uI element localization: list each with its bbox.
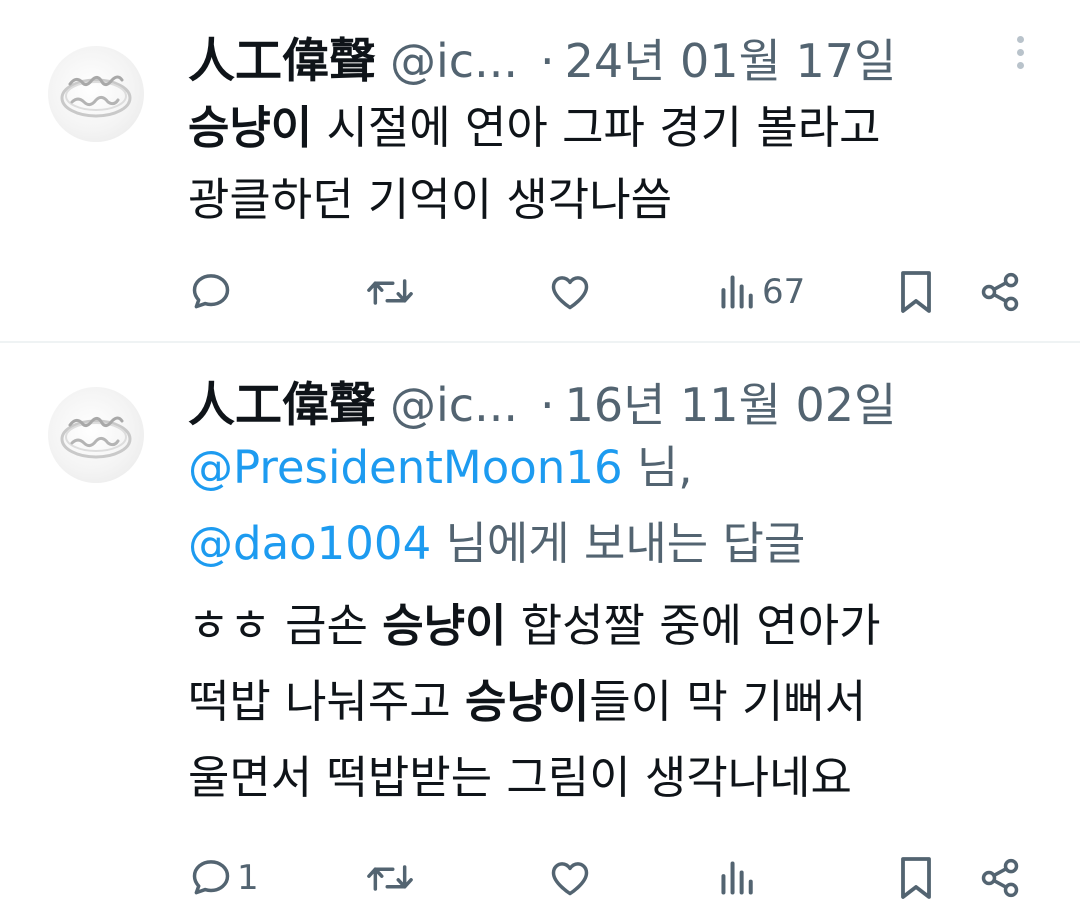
text-segment: 시절에 연아 그파 경기 볼라고 xyxy=(312,101,881,154)
share-button[interactable] xyxy=(978,848,1022,908)
heart-icon xyxy=(551,276,589,310)
retweet-icon xyxy=(367,865,413,891)
tweet-text: ㅎㅎ 금손 승냥이 합성짤 중에 연아가 떡밥 나눠주고 승냥이들이 막 기뻐서… xyxy=(188,588,1028,816)
bold-word: 승냥이 xyxy=(188,101,313,154)
reply-button[interactable] xyxy=(189,262,233,322)
tweet-date[interactable]: 16년 11월 02일 xyxy=(565,369,897,435)
views-count: 67 xyxy=(762,272,806,312)
mention-link[interactable]: @dao1004 xyxy=(188,517,431,570)
share-button[interactable] xyxy=(978,262,1022,322)
heart-icon xyxy=(551,862,589,896)
like-button[interactable] xyxy=(547,262,593,322)
tweet-divider xyxy=(0,341,1080,343)
retweet-button[interactable] xyxy=(366,262,414,322)
bar-chart-icon xyxy=(721,861,753,895)
text-segment: ㅎㅎ 금손 xyxy=(188,599,383,652)
separator-dot: · xyxy=(539,378,555,432)
retweet-icon xyxy=(367,279,413,305)
share-icon xyxy=(981,272,1019,312)
comment-icon xyxy=(192,274,230,309)
text-segment: 합성짤 중에 연아가 xyxy=(506,599,881,652)
author-handle[interactable]: @ic... xyxy=(390,378,518,432)
views-button[interactable]: 67 xyxy=(718,262,805,322)
text-segment: 떡밥 나눠주고 xyxy=(188,675,466,728)
ring-image-icon xyxy=(60,75,132,118)
action-bar: 1 xyxy=(0,848,1080,908)
author-name[interactable]: 人工偉聲 xyxy=(188,366,376,435)
retweet-button[interactable] xyxy=(366,848,414,908)
reply-count: 1 xyxy=(237,858,259,898)
bookmark-icon xyxy=(901,857,931,899)
tweet-date[interactable]: 24년 01월 17일 xyxy=(565,25,897,91)
avatar[interactable] xyxy=(48,387,144,483)
reply-suffix: 님에게 보내는 답글 xyxy=(431,517,806,570)
reply-suffix: 님, xyxy=(622,441,693,494)
separator-dot: · xyxy=(539,34,555,88)
share-icon xyxy=(981,858,1019,898)
mention-link[interactable]: @PresidentMoon16 xyxy=(188,441,623,494)
bold-word: 승냥이 xyxy=(382,599,507,652)
avatar[interactable] xyxy=(48,46,144,142)
reply-button[interactable]: 1 xyxy=(189,848,259,908)
tweet-text: 승냥이 시절에 연아 그파 경기 볼라고 광클하던 기억이 생각나씀 xyxy=(188,92,1028,236)
more-options-icon[interactable] xyxy=(1011,36,1029,80)
text-segment: 들이 막 기뻐서 xyxy=(589,675,867,728)
bookmark-button[interactable] xyxy=(896,262,936,322)
tweet-header: 人工偉聲 @ic... · 16년 11월 02일 xyxy=(188,366,896,433)
text-segment: 광클하던 기억이 생각나씀 xyxy=(188,173,673,226)
tweet[interactable]: 人工偉聲 @ic... · 24년 01월 17일 승냥이 시절에 연아 그파 … xyxy=(0,0,1080,340)
bookmark-button[interactable] xyxy=(896,848,936,908)
bookmark-icon xyxy=(901,271,931,313)
tweet[interactable]: 人工偉聲 @ic... · 16년 11월 02일 @PresidentMoon… xyxy=(0,344,1080,917)
like-button[interactable] xyxy=(547,848,593,908)
action-bar: 67 xyxy=(0,262,1080,322)
bold-word: 승냥이 xyxy=(465,675,590,728)
replying-to: @PresidentMoon16 님, @dao1004 님에게 보내는 답글 xyxy=(188,430,1048,582)
ring-image-icon xyxy=(60,416,132,459)
views-button[interactable] xyxy=(718,848,758,908)
author-name[interactable]: 人工偉聲 xyxy=(188,22,376,91)
tweet-header: 人工偉聲 @ic... · 24년 01월 17일 xyxy=(188,22,896,89)
bar-chart-icon xyxy=(721,275,753,309)
comment-icon xyxy=(192,860,230,895)
text-segment: 울면서 떡밥받는 그림이 생각나네요 xyxy=(188,751,852,804)
author-handle[interactable]: @ic... xyxy=(390,34,518,88)
